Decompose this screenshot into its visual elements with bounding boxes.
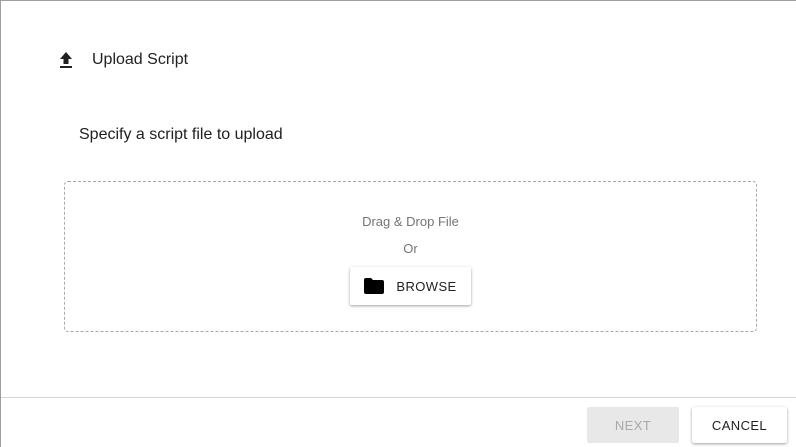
- instruction-text: Specify a script file to upload: [79, 126, 283, 143]
- upload-script-dialog: Upload Script Specify a script file to u…: [0, 0, 796, 447]
- upload-icon: [57, 51, 75, 69]
- browse-button[interactable]: BROWSE: [350, 267, 471, 305]
- folder-icon: [364, 278, 385, 294]
- cancel-button[interactable]: CANCEL: [692, 407, 787, 443]
- file-drop-zone[interactable]: Drag & Drop File Or BROWSE: [64, 181, 757, 332]
- dialog-title: Upload Script: [92, 51, 189, 68]
- next-button[interactable]: NEXT: [587, 407, 679, 443]
- browse-button-label: BROWSE: [396, 278, 457, 294]
- drag-drop-label: Drag & Drop File: [362, 214, 459, 229]
- dialog-header: Upload Script: [57, 45, 188, 75]
- footer-divider: [1, 397, 796, 398]
- or-label: Or: [403, 241, 418, 256]
